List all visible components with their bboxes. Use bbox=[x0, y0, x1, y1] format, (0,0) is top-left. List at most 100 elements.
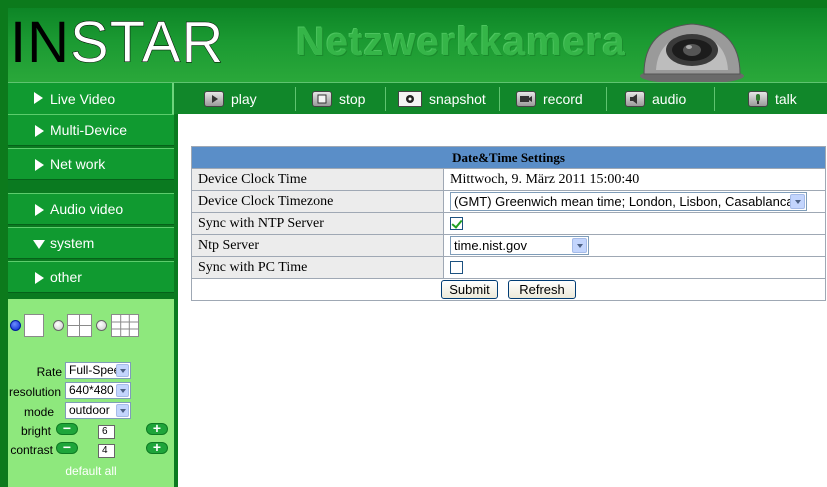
play-button[interactable]: play bbox=[204, 83, 257, 114]
sidebar-item-label: Audio video bbox=[50, 201, 124, 217]
pc-sync-checkbox[interactable] bbox=[450, 260, 463, 274]
microphone-icon bbox=[748, 90, 768, 107]
camera-icon bbox=[398, 90, 422, 107]
dome-camera-image bbox=[640, 23, 744, 82]
pc-sync-cell bbox=[443, 256, 826, 279]
bright-increase-button[interactable]: + bbox=[146, 421, 168, 435]
sidebar-item-multi-device[interactable]: Multi-Device bbox=[8, 114, 174, 146]
actions-row: Submit Refresh bbox=[191, 278, 826, 301]
refresh-button[interactable]: Refresh bbox=[508, 280, 576, 299]
nine-view-icon bbox=[111, 314, 139, 337]
submit-button[interactable]: Submit bbox=[441, 280, 498, 299]
ntp-sync-checkbox[interactable] bbox=[450, 216, 463, 230]
single-view-icon bbox=[24, 314, 44, 337]
sidebar-item-other[interactable]: other bbox=[8, 261, 174, 293]
talk-label: talk bbox=[775, 90, 797, 107]
header-banner: IN STAR Netzwerkkamera bbox=[8, 8, 827, 82]
toolbar-divider bbox=[606, 87, 607, 111]
live-video-label: Live Video bbox=[50, 90, 116, 107]
main-content: Date&Time Settings Device Clock Time Mit… bbox=[174, 114, 827, 487]
record-label: record bbox=[543, 90, 583, 107]
sidebar-item-audio-video[interactable]: Audio video bbox=[8, 193, 174, 225]
toolbar: Live Video play stop snapshot record aud… bbox=[8, 82, 827, 114]
ntp-server-value: time.nist.gov bbox=[454, 238, 527, 253]
stop-label: stop bbox=[339, 90, 366, 107]
sidebar-item-label: Net work bbox=[50, 156, 106, 172]
talk-button[interactable]: talk bbox=[748, 83, 797, 114]
sidebar-item-live-video[interactable]: Live Video bbox=[8, 83, 174, 114]
ntp-server-select[interactable]: time.nist.gov bbox=[450, 236, 589, 255]
row-label: Device Clock Timezone bbox=[191, 190, 444, 213]
toolbar-divider bbox=[714, 87, 715, 111]
toolbar-divider bbox=[295, 87, 296, 111]
rate-select[interactable]: Full-Speed bbox=[65, 362, 131, 379]
logo-prefix: IN bbox=[10, 10, 70, 75]
audio-button[interactable]: audio bbox=[625, 83, 686, 114]
bright-label: bright bbox=[20, 424, 51, 438]
table-row: Sync with PC Time bbox=[191, 256, 826, 279]
instar-logo: IN STAR bbox=[10, 10, 224, 78]
snapshot-label: snapshot bbox=[429, 90, 486, 107]
triangle-right-icon bbox=[35, 125, 44, 137]
date-time-settings-table: Date&Time Settings Device Clock Time Mit… bbox=[191, 146, 826, 301]
table-row: Device Clock Time Mittwoch, 9. März 2011… bbox=[191, 168, 826, 191]
row-label: Sync with PC Time bbox=[191, 256, 444, 279]
sidebar-item-label: system bbox=[50, 235, 95, 251]
triangle-right-icon bbox=[34, 92, 43, 104]
table-row: Ntp Server time.nist.gov bbox=[191, 234, 826, 257]
banner-title: Netzwerkkamera bbox=[296, 20, 626, 64]
stop-icon bbox=[312, 90, 332, 107]
contrast-decrease-button[interactable]: − bbox=[56, 440, 78, 454]
row-label: Ntp Server bbox=[191, 234, 444, 257]
layout-4-radio[interactable] bbox=[53, 320, 64, 331]
sidebar-item-system[interactable]: system bbox=[8, 227, 174, 259]
resolution-label: resolution bbox=[8, 385, 61, 399]
mode-select[interactable]: outdoor bbox=[65, 402, 131, 419]
play-icon bbox=[204, 90, 224, 107]
stop-button[interactable]: stop bbox=[312, 83, 365, 114]
device-clock-time-value: Mittwoch, 9. März 2011 15:00:40 bbox=[443, 168, 826, 191]
mode-value: outdoor bbox=[69, 403, 110, 417]
timezone-value: (GMT) Greenwich mean time; London, Lisbo… bbox=[454, 194, 794, 209]
layout-9-radio[interactable] bbox=[96, 320, 107, 331]
play-label: play bbox=[231, 90, 257, 107]
bright-value[interactable]: 6 bbox=[98, 425, 115, 439]
snapshot-button[interactable]: snapshot bbox=[398, 83, 486, 114]
layout-1-radio[interactable] bbox=[10, 320, 21, 331]
timezone-cell: (GMT) Greenwich mean time; London, Lisbo… bbox=[443, 190, 826, 213]
quad-view-icon bbox=[67, 314, 92, 337]
chevron-down-icon bbox=[116, 384, 129, 397]
triangle-right-icon bbox=[35, 204, 44, 216]
audio-label: audio bbox=[652, 90, 687, 107]
triangle-down-icon bbox=[33, 240, 45, 249]
contrast-increase-button[interactable]: + bbox=[146, 440, 168, 454]
toolbar-divider bbox=[499, 87, 500, 111]
bright-decrease-button[interactable]: − bbox=[56, 421, 78, 435]
ntp-server-cell: time.nist.gov bbox=[443, 234, 826, 257]
video-camera-icon bbox=[516, 90, 536, 107]
sidebar: Multi-Device Net work Audio video system… bbox=[8, 114, 174, 487]
ntp-sync-cell bbox=[443, 212, 826, 235]
triangle-right-icon bbox=[35, 272, 44, 284]
camera-controls-panel: Rate Full-Speed resolution 640*480 mode … bbox=[8, 296, 174, 487]
record-button[interactable]: record bbox=[516, 83, 583, 114]
row-label: Sync with NTP Server bbox=[191, 212, 444, 235]
mode-label: mode bbox=[23, 405, 54, 419]
row-label: Device Clock Time bbox=[191, 168, 444, 191]
sidebar-item-label: other bbox=[50, 269, 82, 285]
contrast-value[interactable]: 4 bbox=[98, 444, 115, 458]
timezone-select[interactable]: (GMT) Greenwich mean time; London, Lisbo… bbox=[450, 192, 807, 211]
resolution-select[interactable]: 640*480 bbox=[65, 382, 131, 399]
rate-label: Rate bbox=[36, 365, 62, 379]
contrast-label: contrast bbox=[10, 443, 53, 457]
camera-web-interface: IN STAR Netzwerkkamera Live Video play s… bbox=[8, 8, 827, 487]
triangle-right-icon bbox=[35, 159, 44, 171]
toolbar-divider bbox=[385, 87, 386, 111]
sidebar-item-network[interactable]: Net work bbox=[8, 148, 174, 180]
chevron-down-icon bbox=[116, 364, 129, 377]
chevron-down-icon bbox=[116, 404, 129, 417]
default-all-link[interactable]: default all bbox=[8, 464, 174, 478]
settings-title: Date&Time Settings bbox=[191, 146, 826, 169]
sidebar-item-label: Multi-Device bbox=[50, 122, 128, 138]
table-row: Device Clock Timezone (GMT) Greenwich me… bbox=[191, 190, 826, 213]
